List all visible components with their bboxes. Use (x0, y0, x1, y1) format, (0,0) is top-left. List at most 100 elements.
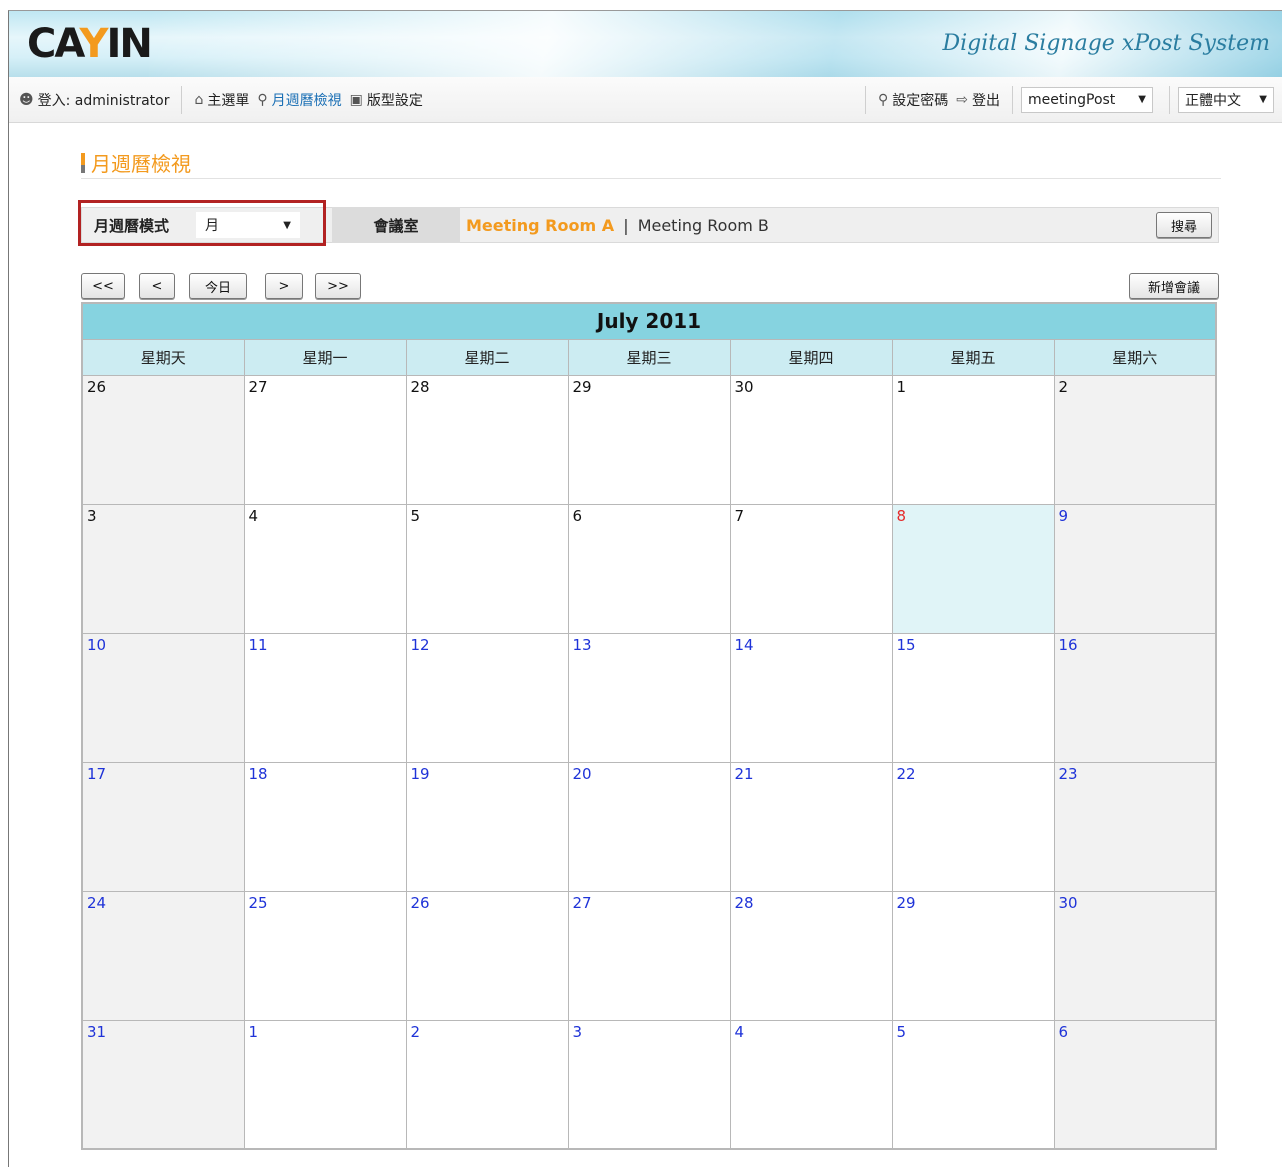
system-title: Digital Signage xPost System (942, 31, 1270, 56)
calendar-day-cell[interactable]: 2 (1053, 374, 1217, 505)
calendar-day-cell[interactable]: 28 (729, 890, 893, 1021)
calendar-day-cell[interactable]: 30 (729, 374, 893, 505)
mode-select[interactable]: 月 ▼ (196, 212, 300, 238)
calendar-day-cell[interactable]: 6 (1053, 1019, 1217, 1150)
calendar-day-cell[interactable]: 10 (81, 632, 245, 763)
calendar-day-cell[interactable]: 27 (243, 374, 407, 505)
language-select[interactable]: 正體中文 ▼ (1178, 86, 1274, 113)
day-number: 23 (1058, 764, 1078, 783)
day-number: 3 (87, 506, 97, 525)
day-number: 24 (87, 893, 107, 912)
calendar-day-cell[interactable]: 14 (729, 632, 893, 763)
day-number: 2 (410, 1022, 421, 1041)
calendar-day-cell[interactable]: 16 (1053, 632, 1217, 763)
weekday-header-row: 星期天 星期一 星期二 星期三 星期四 星期五 星期六 (81, 338, 1217, 376)
day-number: 5 (410, 506, 421, 525)
calendar-day-cell[interactable]: 3 (567, 1019, 731, 1150)
set-password-link[interactable]: ⚲ 設定密碼 (874, 90, 952, 110)
calendar-day-cell[interactable]: 4 (729, 1019, 893, 1150)
day-number: 25 (248, 893, 268, 912)
account-select[interactable]: meetingPost ▼ (1021, 86, 1153, 113)
calendar-day-cell[interactable]: 29 (891, 890, 1055, 1021)
heading-marker (81, 152, 85, 173)
add-meeting-button[interactable]: 新增會議 (1129, 273, 1219, 299)
logout-link[interactable]: ⇨ 登出 (952, 90, 1004, 110)
day-number: 19 (410, 764, 430, 783)
set-password-label: 設定密碼 (892, 92, 949, 109)
main-menu-label: 主選單 (207, 92, 250, 109)
calendar-week-row: 31 1 2 3 4 5 6 (81, 1019, 1217, 1150)
chevron-down-icon: ▼ (283, 219, 291, 231)
calendar-day-cell[interactable]: 15 (891, 632, 1055, 763)
day-number: 7 (734, 506, 745, 525)
calendar-day-cell[interactable]: 22 (891, 761, 1055, 892)
month-calendar: July 2011 星期天 星期一 星期二 星期三 星期四 星期五 星期六 26 27 28 29… (81, 302, 1217, 1150)
calendar-day-cell[interactable]: 6 (567, 503, 731, 634)
calendar-day-cell[interactable]: 4 (243, 503, 407, 634)
first-button[interactable]: << (81, 273, 125, 299)
calendar-day-cell[interactable]: 18 (243, 761, 407, 892)
chevron-down-icon: ▼ (1138, 94, 1146, 105)
calendar-view-label: 月週曆檢視 (271, 92, 342, 109)
room-link-a[interactable]: Meeting Room A (466, 216, 614, 235)
key-icon: ⚲ (878, 91, 889, 108)
calendar-day-cell[interactable]: 7 (729, 503, 893, 634)
last-button[interactable]: >> (315, 273, 361, 299)
top-toolbar: ☻ 登入: administrator ⌂ 主選單 ⚲ 月週曆檢視 ▣ 版型設定… (9, 77, 1282, 123)
main-menu-link[interactable]: ⌂ 主選單 (190, 90, 253, 110)
calendar-day-cell[interactable]: 3 (81, 503, 245, 634)
day-number: 8 (896, 506, 907, 525)
toolbar-divider (181, 85, 183, 114)
calendar-day-cell[interactable]: 5 (405, 503, 569, 634)
search-button[interactable]: 搜尋 (1156, 212, 1212, 238)
calendar-view-link[interactable]: ⚲ 月週曆檢視 (253, 90, 345, 110)
prev-button[interactable]: < (139, 273, 175, 299)
calendar-day-cell[interactable]: 12 (405, 632, 569, 763)
day-number: 18 (248, 764, 268, 783)
calendar-day-cell[interactable]: 28 (405, 374, 569, 505)
room-link-b[interactable]: Meeting Room B (638, 216, 769, 235)
calendar-day-cell[interactable]: 2 (405, 1019, 569, 1150)
layout-settings-link[interactable]: ▣ 版型設定 (346, 90, 427, 110)
calendar-day-cell[interactable]: 1 (243, 1019, 407, 1150)
day-number: 21 (734, 764, 754, 783)
calendar-nav: << < 今日 > >> 新增會議 (81, 273, 1219, 301)
day-number: 13 (572, 635, 592, 654)
header-banner: CAYIN Digital Signage xPost System (9, 11, 1282, 77)
calendar-day-cell[interactable]: 23 (1053, 761, 1217, 892)
toolbar-divider (1169, 85, 1170, 114)
day-number: 28 (410, 377, 430, 396)
calendar-day-cell[interactable]: 5 (891, 1019, 1055, 1150)
day-number: 26 (410, 893, 430, 912)
room-separator: | (623, 215, 629, 235)
toolbar-divider (1012, 85, 1013, 114)
calendar-day-cell[interactable]: 31 (81, 1019, 245, 1150)
calendar-day-cell[interactable]: 29 (567, 374, 731, 505)
day-number: 12 (410, 635, 430, 654)
day-number: 27 (572, 893, 592, 912)
calendar-day-cell[interactable]: 26 (405, 890, 569, 1021)
calendar-day-cell[interactable]: 8 (891, 503, 1055, 634)
calendar-week-row: 24 25 26 27 28 29 30 (81, 890, 1217, 1021)
calendar-day-cell[interactable]: 24 (81, 890, 245, 1021)
calendar-day-cell[interactable]: 27 (567, 890, 731, 1021)
next-button[interactable]: > (265, 273, 303, 299)
calendar-day-cell[interactable]: 30 (1053, 890, 1217, 1021)
day-number: 2 (1058, 377, 1069, 396)
day-number: 10 (87, 635, 107, 654)
today-button[interactable]: 今日 (189, 273, 247, 299)
weekday-header: 星期二 (405, 338, 569, 376)
calendar-day-cell[interactable]: 11 (243, 632, 407, 763)
calendar-day-cell[interactable]: 19 (405, 761, 569, 892)
account-select-value: meetingPost (1028, 91, 1116, 108)
calendar-day-cell[interactable]: 17 (81, 761, 245, 892)
calendar-day-cell[interactable]: 1 (891, 374, 1055, 505)
calendar-day-cell[interactable]: 26 (81, 374, 245, 505)
weekday-header: 星期天 (81, 338, 245, 376)
calendar-day-cell[interactable]: 13 (567, 632, 731, 763)
day-number: 27 (248, 377, 268, 396)
calendar-day-cell[interactable]: 20 (567, 761, 731, 892)
calendar-day-cell[interactable]: 25 (243, 890, 407, 1021)
calendar-day-cell[interactable]: 21 (729, 761, 893, 892)
calendar-day-cell[interactable]: 9 (1053, 503, 1217, 634)
